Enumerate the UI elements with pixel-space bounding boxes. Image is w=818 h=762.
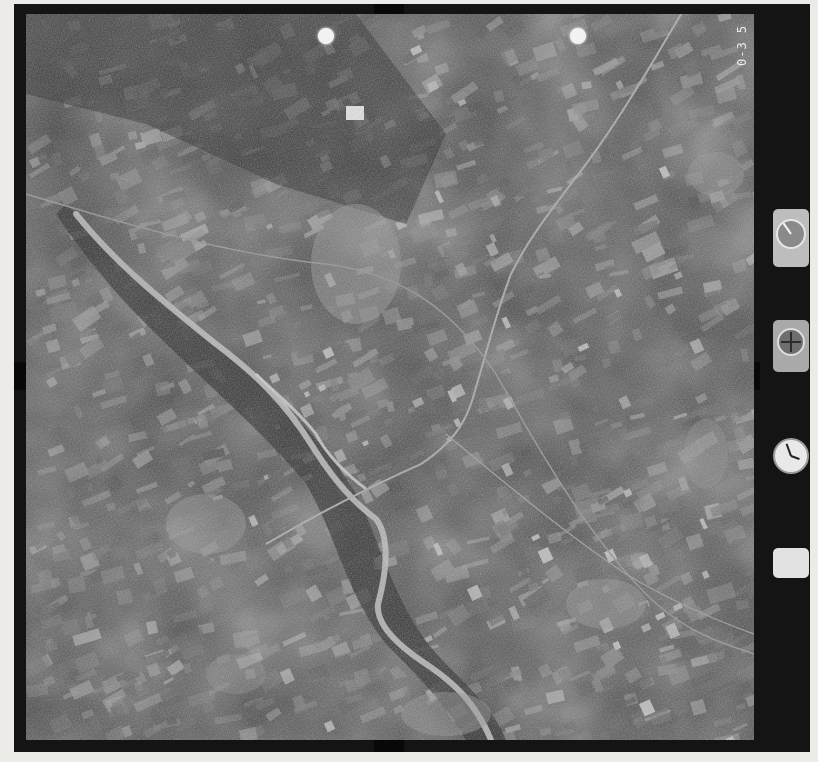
counter-tag-icon <box>773 548 809 578</box>
level-bubble-icon <box>773 320 809 372</box>
frame-number-label: 0-3 5 <box>735 24 749 66</box>
clock-icon <box>773 438 809 476</box>
level-crosshair-vertical <box>790 332 792 352</box>
fiducial-mark-icon <box>570 28 586 44</box>
bottom-fiducial-notch <box>374 740 404 752</box>
altimeter-icon <box>773 209 809 267</box>
aerial-terrain-image <box>26 14 754 740</box>
altimeter-face <box>776 219 806 249</box>
fiducial-mark-icon <box>318 28 334 44</box>
aerial-photograph <box>26 14 754 740</box>
left-fiducial-notch <box>14 362 26 390</box>
